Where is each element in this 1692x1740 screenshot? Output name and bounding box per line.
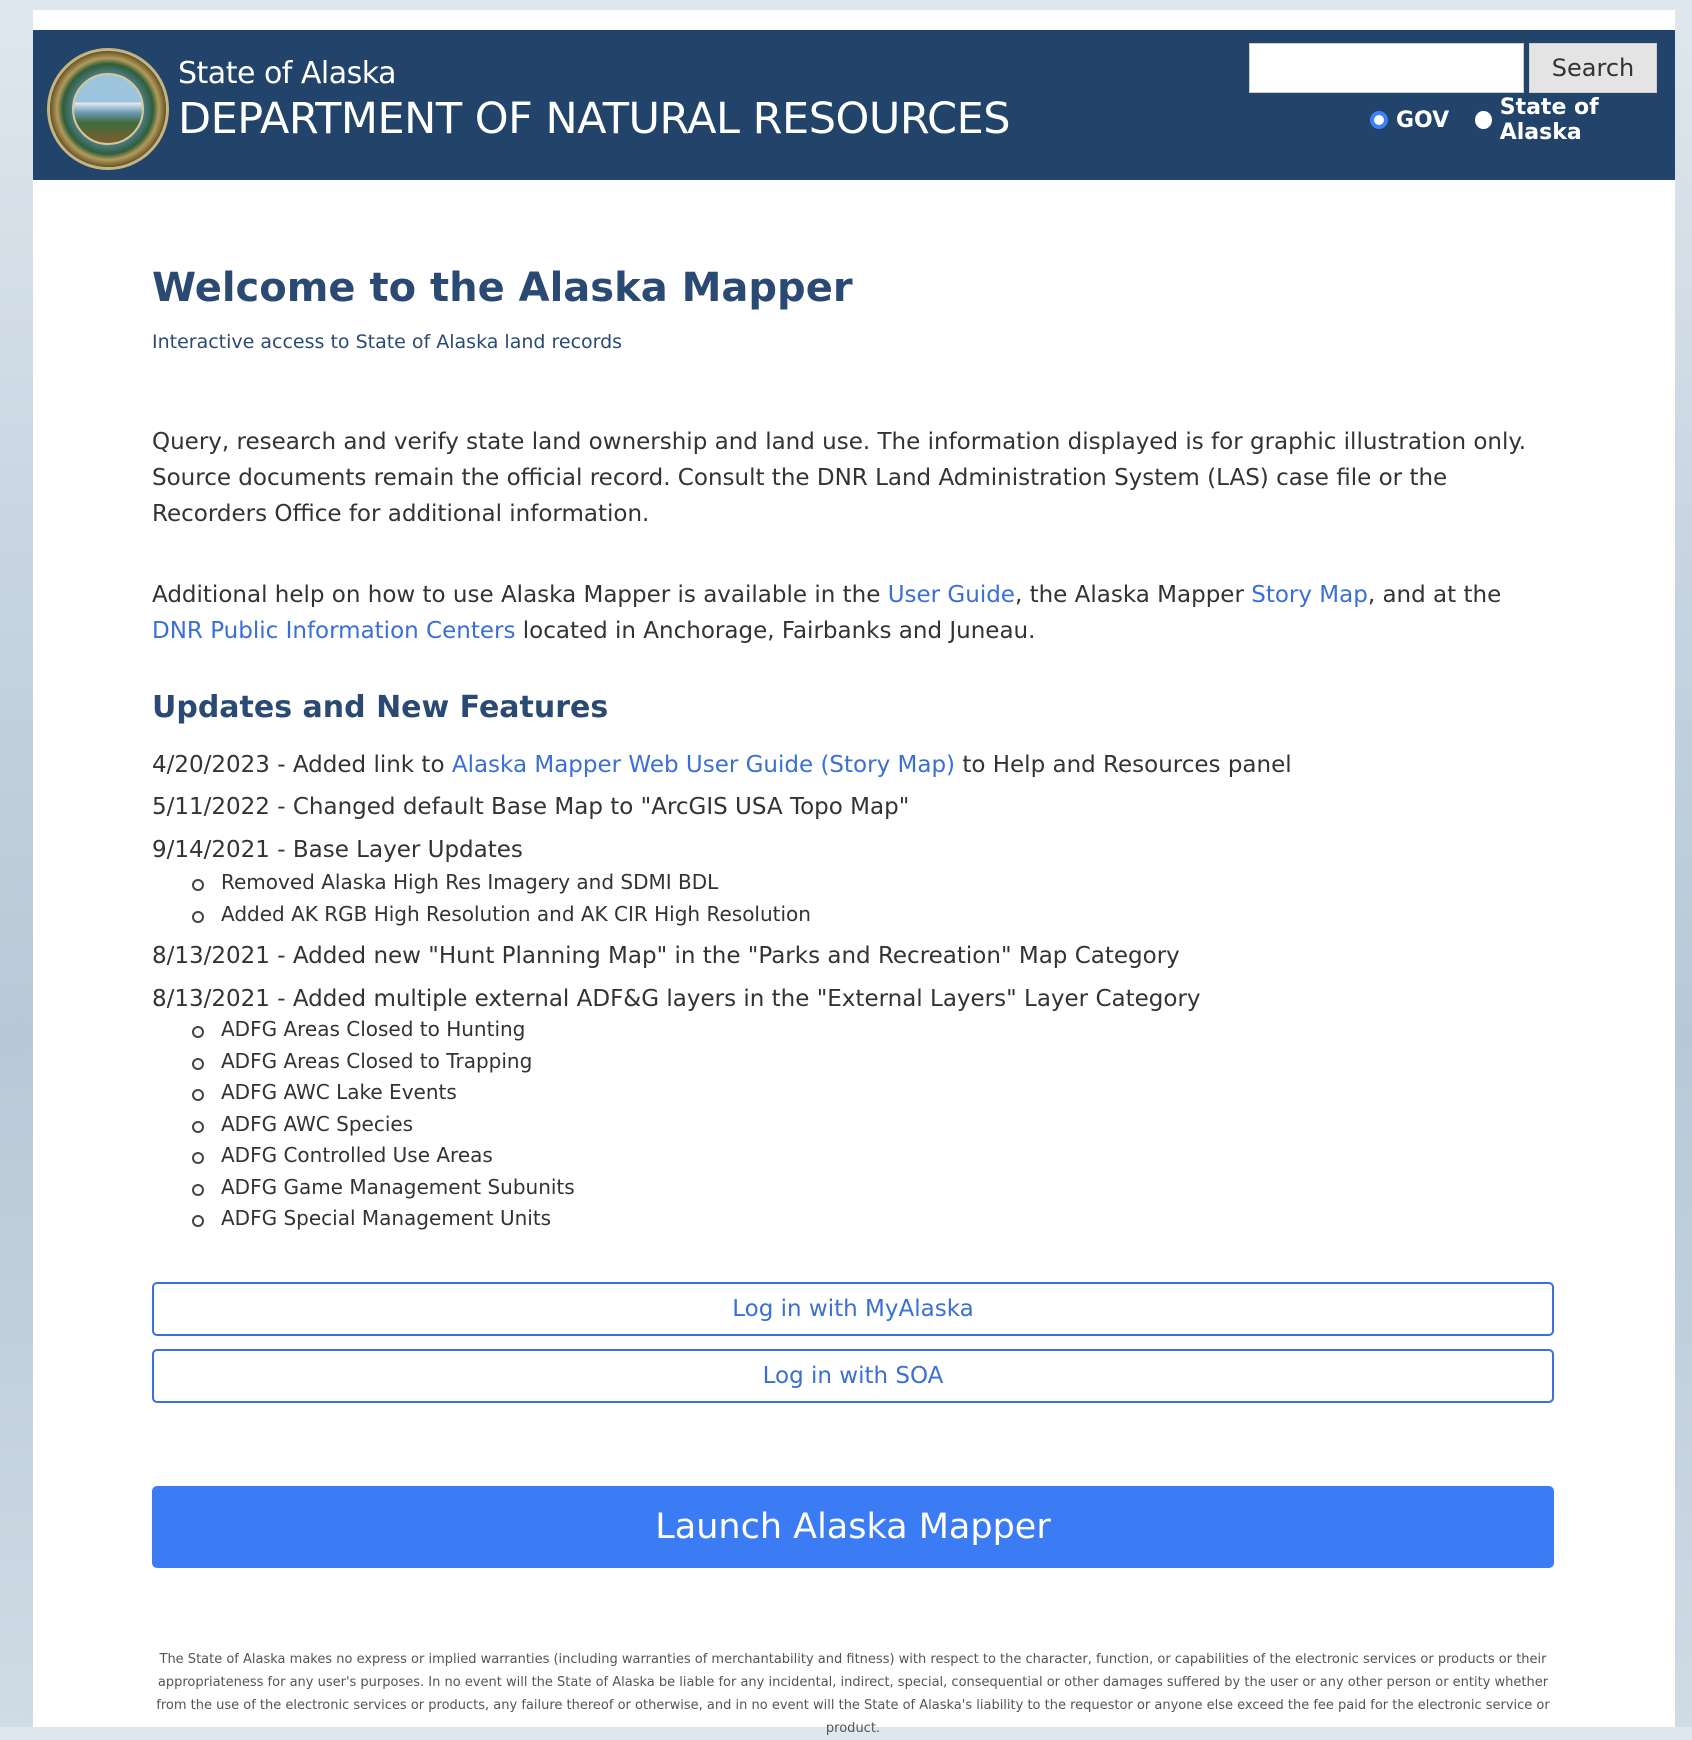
update-text: 4/20/2023 - Added link to xyxy=(152,752,452,778)
radio-checked-icon xyxy=(1370,111,1388,129)
radio-unchecked-icon xyxy=(1475,111,1492,129)
help-text: Additional help on how to use Alaska Map… xyxy=(152,582,888,608)
update-sublist: ADFG Areas Closed to Hunting ADFG Areas … xyxy=(192,1014,575,1235)
user-guide-link[interactable]: User Guide xyxy=(888,582,1015,608)
radio-state-of-alaska[interactable]: State of Alaska xyxy=(1475,95,1675,145)
launch-alaska-mapper-button[interactable]: Launch Alaska Mapper xyxy=(152,1486,1554,1568)
header-banner: State of Alaska DEPARTMENT OF NATURAL RE… xyxy=(33,30,1675,180)
web-user-guide-link[interactable]: Alaska Mapper Web User Guide (Story Map) xyxy=(452,752,955,778)
updates-heading: Updates and New Features xyxy=(152,690,609,725)
list-item: ADFG AWC Species xyxy=(192,1109,575,1141)
search-input[interactable] xyxy=(1249,43,1524,93)
update-item: 4/20/2023 - Added link to Alaska Mapper … xyxy=(152,750,1292,780)
update-item: 5/11/2022 - Changed default Base Map to … xyxy=(152,794,910,820)
update-sublist: Removed Alaska High Res Imagery and SDMI… xyxy=(192,867,811,930)
help-text: located in Anchorage, Fairbanks and June… xyxy=(515,618,1036,644)
disclaimer-text: The State of Alaska makes no express or … xyxy=(156,1652,1550,1736)
intro-paragraph: Query, research and verify state land ow… xyxy=(152,429,1527,527)
update-item: 9/14/2021 - Base Layer Updates xyxy=(152,837,523,863)
radio-gov[interactable]: GOV xyxy=(1370,105,1449,135)
seal-inner-icon xyxy=(72,73,144,145)
search-button[interactable]: Search xyxy=(1529,43,1657,93)
help-text: , the Alaska Mapper xyxy=(1014,582,1252,608)
update-item: 8/13/2021 - Added new "Hunt Planning Map… xyxy=(152,943,1180,969)
help-text: , and at the xyxy=(1367,582,1502,608)
list-item: ADFG Special Management Units xyxy=(192,1203,575,1235)
list-item: Removed Alaska High Res Imagery and SDMI… xyxy=(192,867,811,899)
page: State of Alaska DEPARTMENT OF NATURAL RE… xyxy=(33,10,1675,1736)
list-item: ADFG Controlled Use Areas xyxy=(192,1140,575,1172)
state-seal-logo[interactable] xyxy=(47,48,169,170)
help-paragraph: Additional help on how to use Alaska Map… xyxy=(152,577,1554,649)
agency-department-title[interactable]: DEPARTMENT OF NATURAL RESOURCES xyxy=(178,94,1011,144)
story-map-link[interactable]: Story Map xyxy=(1251,582,1368,608)
radio-state-label: State of Alaska xyxy=(1499,95,1599,145)
update-text: to Help and Resources panel xyxy=(955,752,1292,778)
list-item: ADFG Areas Closed to Trapping xyxy=(192,1046,575,1078)
page-title: Welcome to the Alaska Mapper xyxy=(152,265,853,311)
agency-state-label: State of Alaska xyxy=(178,56,397,91)
list-item: Added AK RGB High Resolution and AK CIR … xyxy=(192,899,811,931)
update-item: 8/13/2021 - Added multiple external ADF&… xyxy=(152,986,1201,1012)
dnr-public-info-link[interactable]: DNR Public Information Centers xyxy=(152,618,515,644)
login-myalaska-button[interactable]: Log in with MyAlaska xyxy=(152,1282,1554,1336)
login-soa-button[interactable]: Log in with SOA xyxy=(152,1349,1554,1403)
list-item: ADFG Game Management Subunits xyxy=(192,1172,575,1204)
list-item: ADFG AWC Lake Events xyxy=(192,1077,575,1109)
page-subtitle: Interactive access to State of Alaska la… xyxy=(152,331,623,353)
list-item: ADFG Areas Closed to Hunting xyxy=(192,1014,575,1046)
radio-gov-label: GOV xyxy=(1396,107,1450,133)
